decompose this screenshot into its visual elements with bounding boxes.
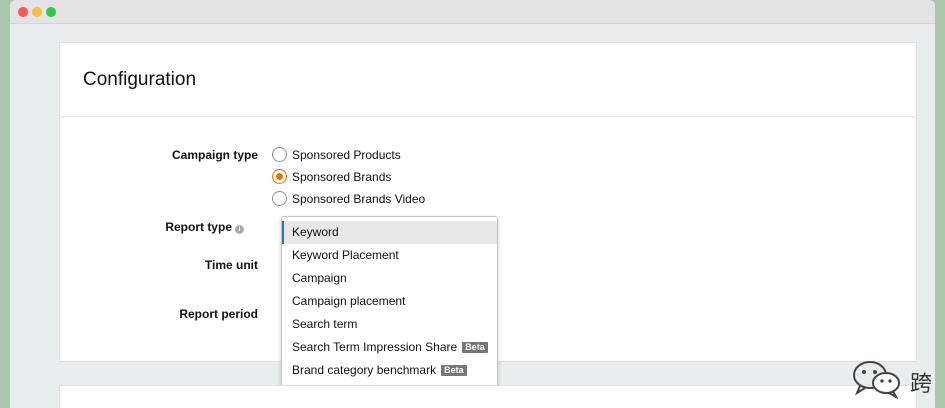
time-unit-label: Time unit [98,258,258,272]
configuration-card: Configuration Campaign type Sponsored Pr… [59,42,917,392]
dropdown-option-campaign-placement[interactable]: Campaign placement [282,290,497,313]
minimize-window-button[interactable] [32,7,42,17]
radio-button[interactable] [272,147,287,162]
dropdown-option-campaign[interactable]: Campaign [282,267,497,290]
report-period-label: Report period [98,307,258,321]
wechat-icon [853,361,900,400]
watermark-text: 跨 [910,372,933,397]
campaign-type-label: Campaign type [98,148,258,162]
radio-label: Sponsored Products [292,148,401,162]
option-label: Search Term Impression Share [292,340,458,354]
option-label: Search term [292,317,358,331]
radio-label: Sponsored Brands Video [292,192,426,206]
radio-button[interactable] [272,191,287,206]
report-period-label-text: Report period [179,307,258,321]
dropdown-option-search-term[interactable]: Search term [282,313,497,336]
option-label: Keyword Placement [292,248,399,262]
radio-button-checked[interactable] [272,169,287,184]
window-titlebar [10,0,935,24]
close-window-button[interactable] [18,7,28,17]
radio-label: Sponsored Brands [292,170,392,184]
report-type-label-text: Report type [165,220,232,234]
option-label: Campaign [292,271,347,285]
next-section-card [59,385,917,408]
dropdown-option-keyword-placement[interactable]: Keyword Placement [282,244,497,267]
beta-badge: Beta [441,365,467,376]
campaign-type-label-text: Campaign type [171,148,258,162]
browser-window: Configuration Campaign type Sponsored Pr… [10,0,935,408]
dropdown-option-search-term-impression-share[interactable]: Search Term Impression Share Beta [282,336,497,359]
maximize-window-button[interactable] [46,7,56,17]
dropdown-option-brand-category-benchmark[interactable]: Brand category benchmark Beta [282,359,497,382]
page-title: Configuration [83,69,197,90]
card-header: Configuration [60,43,916,117]
time-unit-label-text: Time unit [204,258,258,272]
report-type-dropdown[interactable]: Keyword Keyword Placement Campaign Campa… [281,216,498,392]
option-label: Brand category benchmark [292,363,437,377]
watermark: 跨 [848,356,945,408]
info-icon[interactable]: i [235,225,244,234]
option-label: Keyword [292,225,339,239]
dropdown-option-keyword[interactable]: Keyword [282,221,497,244]
report-type-label: Report type i [84,220,244,234]
option-label: Campaign placement [292,294,406,308]
beta-badge: Beta [462,342,488,353]
